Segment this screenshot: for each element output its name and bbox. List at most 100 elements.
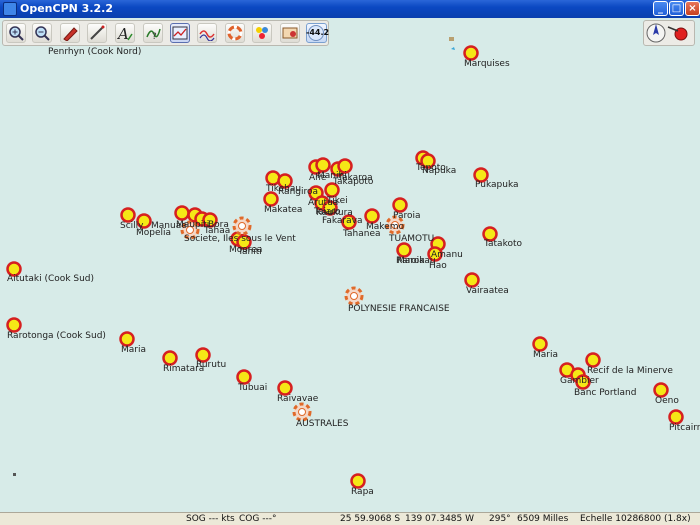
label-paroia: Paroia (393, 211, 421, 221)
measure-button[interactable] (87, 23, 107, 43)
minimize-button[interactable]: _ (653, 1, 668, 16)
zoom-in-button[interactable] (6, 23, 26, 43)
compass-widget[interactable] (643, 20, 695, 46)
label-takapoto: Takapoto (333, 177, 374, 187)
tide-station-oeno[interactable] (653, 382, 669, 398)
tide-station-rapa[interactable] (350, 473, 366, 489)
label-polynesie: POLYNESIE FRANCAISE (348, 304, 450, 314)
svg-text:A: A (117, 25, 129, 41)
route-button[interactable] (60, 23, 80, 43)
label-rurutu: Rurutu (196, 360, 227, 370)
current-station-polynesie[interactable] (344, 286, 364, 306)
tide-station-maria-west[interactable] (119, 331, 135, 347)
label-fakarava: Fakarava (322, 216, 363, 226)
tide-station-manuae[interactable] (174, 205, 190, 221)
lifebuoy-icon (227, 25, 243, 41)
label-vairaatea: Vairaatea (466, 286, 509, 296)
text-icon: A (117, 25, 133, 41)
tracks-icon: ? (146, 28, 161, 41)
tide-station-maria-east[interactable] (532, 336, 548, 352)
label-rarotonga: Rarotonga (Cook Sud) (7, 331, 106, 341)
label-pitcairn: Pitcairn (669, 423, 700, 433)
tides-button[interactable] (197, 23, 217, 43)
status-bearing: 295° (489, 514, 511, 524)
tide-station-makatea[interactable] (263, 191, 279, 207)
tide-station-scilly[interactable] (120, 207, 136, 223)
label-pukapuka: Pukapuka (475, 180, 519, 190)
gps-status-icon (667, 26, 688, 41)
main-toolbar: A ? -44.2 (2, 20, 329, 46)
status-sog: SOG --- kts (186, 514, 235, 524)
tide-station-manihi[interactable] (315, 157, 331, 173)
label-penrhyn: Penrhyn (Cook Nord) (48, 47, 142, 57)
status-cog: COG ---° (239, 514, 277, 524)
tide-station-marquises[interactable] (463, 45, 479, 61)
label-oeno: Oeno (655, 396, 679, 406)
label-rapa: Rapa (351, 487, 374, 497)
label-maria-west: Maria (121, 345, 146, 355)
island-marker (451, 47, 455, 50)
label-portland: Banc Portland (574, 388, 637, 398)
close-button[interactable]: × (685, 1, 700, 16)
label-tahiti: Tahiti (238, 247, 262, 257)
label-tuamotu: TUAMOTU (389, 234, 435, 244)
opencpn-app-icon (3, 2, 17, 16)
tide-station-minerve[interactable] (585, 352, 601, 368)
label-napuka: Napuka (422, 166, 457, 176)
tide-station-rarotonga[interactable] (6, 317, 22, 333)
label-gambier: Gambier (560, 376, 599, 386)
label-australes: AUSTRALES (296, 419, 349, 429)
label-maria-east: Maria (533, 350, 558, 360)
ais-button[interactable] (252, 23, 272, 43)
maximize-button[interactable]: □ (669, 1, 684, 16)
chart-markers-layer (6, 37, 684, 489)
label-tikei: Tikei (327, 196, 348, 206)
settings-button[interactable] (280, 23, 300, 43)
status-longitude: 139 07.3485 W (405, 514, 475, 524)
zoom-level-indicator[interactable]: -44.2 (306, 23, 330, 43)
measure-icon (90, 25, 105, 40)
label-tahanea: Tahanea (343, 229, 381, 239)
label-raivavae: Raivavae (277, 394, 319, 404)
current-station-australes[interactable] (292, 402, 312, 422)
tide-station-pitcairn[interactable] (668, 409, 684, 425)
tide-station-raivavae[interactable] (277, 380, 293, 396)
island-dot (13, 473, 16, 476)
zoom-level-text: -44.2 (306, 28, 330, 37)
settings-icon (282, 27, 298, 39)
chart-canvas[interactable]: Penrhyn (Cook Nord) Marquises Tepoto Nap… (0, 18, 700, 512)
status-scale: Echelle 10286800 (1.8x) (580, 514, 691, 524)
label-rangiroa: Rangiroa (278, 187, 319, 197)
label-minerve: Recif de la Minerve (587, 366, 673, 376)
status-latitude: 25 59.9068 S (340, 514, 401, 524)
lifebuoy-button[interactable] (225, 23, 245, 43)
current-station-societe[interactable] (232, 216, 252, 236)
label-tatakoto: Tatakoto (484, 239, 522, 249)
north-up-arrow-icon (646, 23, 666, 43)
chart-quilt-button[interactable] (170, 23, 190, 43)
zoom-out-button[interactable] (32, 23, 52, 43)
status-distance: 6509 Milles (517, 514, 569, 524)
label-makatea: Makatea (264, 205, 303, 215)
zoom-out-icon (35, 26, 50, 41)
island-shape (449, 37, 454, 41)
tracks-button[interactable]: ? (143, 23, 163, 43)
tide-station-vairaatea[interactable] (464, 272, 480, 288)
status-bar: SOG --- kts COG ---° 25 59.9068 S 139 07… (0, 512, 700, 525)
text-button[interactable]: A (115, 23, 135, 43)
label-hao: Hao (429, 261, 447, 271)
label-aitutaki: Aitutaki (Cook Sud) (7, 274, 95, 284)
tide-station-marokau[interactable] (396, 242, 412, 258)
tide-station-tubuai[interactable] (236, 369, 252, 385)
label-marquises: Marquises (464, 59, 510, 69)
compass-graphic (646, 23, 688, 43)
tide-station-tahanea[interactable] (364, 208, 380, 224)
tide-station-rimatara[interactable] (162, 350, 178, 366)
tide-station-paroia[interactable] (392, 197, 408, 213)
ais-icon (256, 27, 268, 39)
label-societe: Societe, Iles sous le Vent (184, 234, 296, 244)
label-mopelia: Mopelia (136, 228, 172, 238)
svg-text:?: ? (152, 32, 157, 41)
window-titlebar: OpenCPN 3.2.2 _ □ × (0, 0, 700, 18)
label-amanu: Amanu (431, 250, 463, 260)
